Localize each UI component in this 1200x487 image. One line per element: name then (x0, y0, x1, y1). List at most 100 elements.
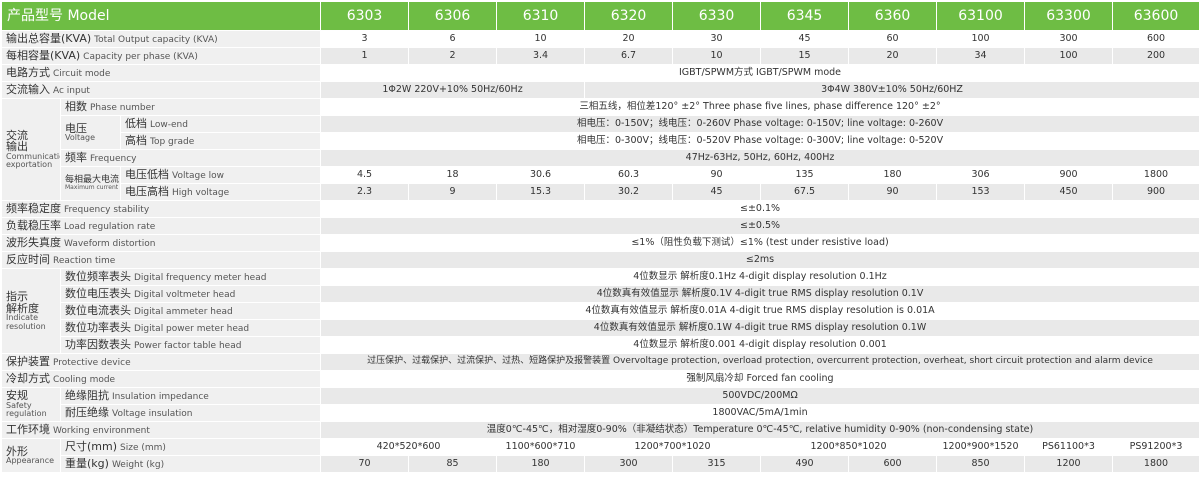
row-label: 低档 Low-end (119, 115, 322, 133)
cell: PS61100*3 (1024, 438, 1114, 456)
cell: 4位数真有效值显示 解析度0.1W 4-digit true RMS displ… (320, 319, 1200, 337)
category-ac-output: 交流 输出 Communication exportation (1, 98, 61, 201)
row-ac-input: 交流输入 Ac input 1Φ2W 220V+10% 50Hz/60Hz 3Φ4… (0, 81, 1200, 99)
cell: 45 (672, 183, 762, 201)
category-safety: 安规 Safety regulation (1, 387, 61, 422)
cell: 4.5 (320, 166, 410, 184)
row-circuit-mode: 电路方式 Circuit mode IGBT/SPWM方式 IGBT/SPWM m… (0, 64, 1200, 82)
row-high-voltage: 电压高档 High voltage 2.3 9 15.3 30.2 45 67.5… (2, 183, 1200, 201)
cell: 100 (936, 30, 1026, 48)
cell: 15 (760, 47, 850, 65)
cell: 45 (760, 30, 850, 48)
row-label: 绝缘阻抗 Insulation impedance (59, 387, 322, 405)
cell: 6.7 (584, 47, 674, 65)
cell: 1800 (1112, 455, 1200, 473)
model-header-label: 产品型号 Model (0, 1, 322, 31)
cell: IGBT/SPWM方式 IGBT/SPWM mode (320, 64, 1200, 82)
cell: 1 (320, 47, 410, 65)
cell: 温度0℃-45℃，相对湿度0-90%（非凝结状态）Temperature 0℃-… (320, 421, 1200, 439)
cell: 3Φ4W 380V±10% 50Hz/60HZ (584, 81, 1200, 99)
row-frequency-stability: 频率稳定度 Frequency stability ≤±0.1% (0, 200, 1200, 218)
row-label: 反应时间 Reaction time (0, 251, 322, 269)
cell: 30 (672, 30, 762, 48)
model-63600: 63600 (1112, 1, 1200, 31)
model-6303: 6303 (320, 1, 410, 31)
row-freq-meter: 指示 解析度 Indicate resolution 数位频率表头 Digital… (1, 268, 1200, 354)
cell: 30.2 (584, 183, 674, 201)
cell: 60 (848, 30, 938, 48)
row-cooling: 冷却方式 Cooling mode 强制风扇冷却 Forced fan cooli… (0, 370, 1200, 388)
cell: 相电压：0-300V；线电压：0-520V Phase voltage: 0-3… (320, 132, 1200, 150)
cell: 1100*600*710 (496, 438, 586, 456)
row-label: 耐压绝缘 Voltage insulation (59, 404, 322, 422)
cell: 2 (408, 47, 498, 65)
row-pf-meter: 功率因数表头 Power factor table head 4位数显示 解析度0… (2, 336, 1200, 354)
cell: PS91200*3 (1112, 438, 1200, 456)
cell: 100 (1024, 47, 1114, 65)
row-phase-capacity: 每相容量(KVA) Capacity per phase (KVA) 1 2 3.… (0, 47, 1200, 65)
cell: 4位数显示 解析度0.001 4-digit display resolutio… (320, 336, 1200, 354)
row-environment: 工作环境 Working environment 温度0℃-45℃，相对湿度0-9… (0, 421, 1200, 439)
cell: 420*520*600 (320, 438, 498, 456)
row-total-capacity: 输出总容量(KVA) Total Output capacity (KVA) 3 … (0, 30, 1200, 48)
cell: 85 (408, 455, 498, 473)
row-label: 尺寸(mm) Size (mm) (59, 438, 322, 456)
cell: 450 (1024, 183, 1114, 201)
row-voltage-low: 每相最大电流Maximum current per phase 电压低档Volt… (2, 166, 1200, 201)
row-label: 电压低档 Voltage low (119, 166, 322, 184)
cell: 70 (320, 455, 410, 473)
cell: 1800 (1112, 166, 1200, 184)
row-label: 功率因数表头 Power factor table head (59, 336, 322, 354)
model-6330: 6330 (672, 1, 762, 31)
row-label: 数位频率表头 Digital frequency meter head (59, 268, 322, 286)
cell: 20 (848, 47, 938, 65)
cell: 300 (584, 455, 674, 473)
cell: 1200*900*1520 (936, 438, 1026, 456)
cell: 30.6 (496, 166, 586, 184)
row-label: 输出总容量(KVA) Total Output capacity (KVA) (0, 30, 322, 48)
row-size: 外形 Appearance 尺寸(mm) Size (mm) 420*520*60… (1, 438, 1200, 473)
cell: ≤±0.1% (320, 200, 1200, 218)
cell: 600 (1112, 30, 1200, 48)
cell: 4位数显示 解析度0.1Hz 4-digit display resolutio… (320, 268, 1200, 286)
header-row: 产品型号 Model 6303 6306 6310 6320 6330 6345… (0, 1, 1200, 31)
cell: 153 (936, 183, 1026, 201)
row-label: 波形失真度 Waveform distortion (0, 234, 322, 252)
cell: 306 (936, 166, 1026, 184)
row-protective: 保护装置 Protective device 过压保护、过载保护、过流保护、过热、… (0, 353, 1200, 371)
cell: ≤±0.5% (320, 217, 1200, 235)
row-label: 负载稳压率 Load regulation rate (0, 217, 322, 235)
row-label: 数位功率表头 Digital power meter head (59, 319, 322, 337)
cell: 相电压：0-150V；线电压：0-260V Phase voltage: 0-1… (320, 115, 1200, 133)
cell: 1Φ2W 220V+10% 50Hz/60Hz (320, 81, 586, 99)
max-current-label: 每相最大电流Maximum current per phase (60, 166, 121, 201)
cell: 135 (760, 166, 850, 184)
model-6360: 6360 (848, 1, 938, 31)
cell: 90 (848, 183, 938, 201)
row-low-end: 电压 Voltage 低档 Low-end 相电压：0-150V；线电压：0-260… (2, 115, 1200, 150)
model-6320: 6320 (584, 1, 674, 31)
cell: 过压保护、过载保护、过流保护、过热、短路保护及报警装置 Overvoltage … (320, 353, 1200, 371)
cell: 1200*850*1020 (760, 438, 938, 456)
row-label: 每相容量(KVA) Capacity per phase (KVA) (0, 47, 322, 65)
row-insulation-impedance: 安规 Safety regulation 绝缘阻抗 Insulation impe… (1, 387, 1200, 422)
cell: 3.4 (496, 47, 586, 65)
cell: 20 (584, 30, 674, 48)
row-load-regulation: 负载稳压率 Load regulation rate ≤±0.5% (0, 217, 1200, 235)
row-weight: 重量(kg) Weight (kg) 70 85 180 300 315 490 … (2, 455, 1200, 473)
row-reaction-time: 反应时间 Reaction time ≤2ms (0, 251, 1200, 269)
model-63100: 63100 (936, 1, 1026, 31)
row-label: 冷却方式 Cooling mode (0, 370, 322, 388)
cell: 900 (1112, 183, 1200, 201)
model-6345: 6345 (760, 1, 850, 31)
cell: 500VDC/200MΩ (320, 387, 1200, 405)
row-label: 保护装置 Protective device (0, 353, 322, 371)
row-label: 电压高档 High voltage (119, 183, 322, 201)
row-label: 相数 Phase number (59, 98, 322, 116)
cell: 1200*700*1020 (584, 438, 762, 456)
row-label: 频率稳定度 Frequency stability (0, 200, 322, 218)
row-label: 重量(kg) Weight (kg) (59, 455, 322, 473)
cell: 三相五线，相位差120° ±2° Three phase five lines,… (320, 98, 1200, 116)
row-label: 数位电压表头 Digital voltmeter head (59, 285, 322, 303)
cell: 90 (672, 166, 762, 184)
